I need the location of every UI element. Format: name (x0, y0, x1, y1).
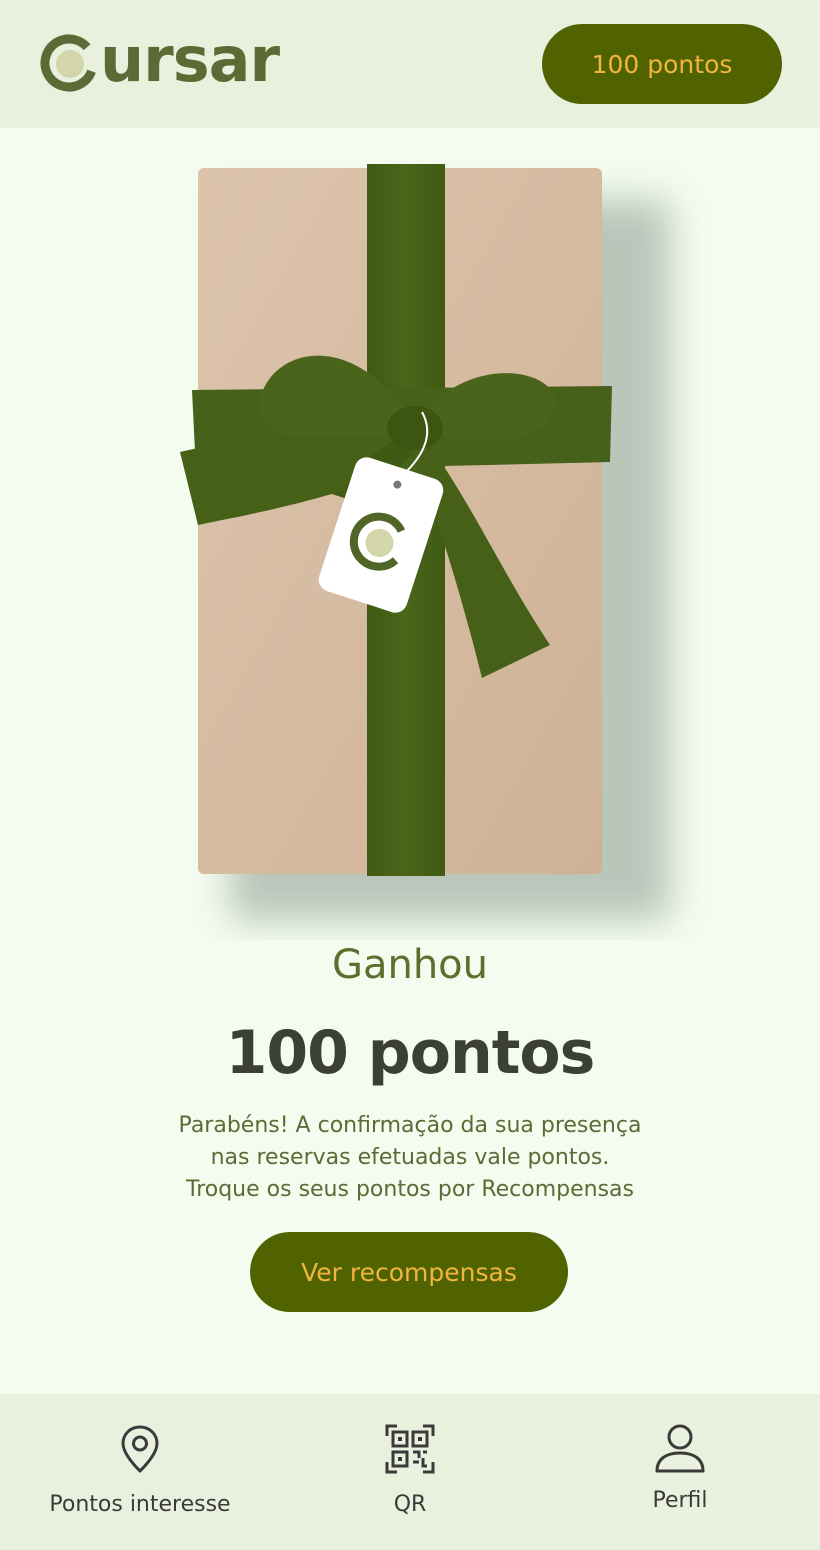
bottom-nav: Pontos interesse QR Perfil (0, 1394, 820, 1550)
user-icon (654, 1424, 706, 1474)
map-pin-icon (120, 1424, 160, 1474)
nav-label: Pontos interesse (49, 1492, 231, 1517)
view-rewards-button[interactable]: Ver recompensas (250, 1232, 568, 1312)
nav-label: Perfil (652, 1488, 708, 1513)
nav-label: QR (393, 1492, 427, 1517)
won-label: Ganhou (331, 942, 489, 988)
nav-item-profile[interactable]: Perfil (600, 1394, 760, 1550)
reward-message-line: nas reservas efetuadas vale pontos. (210, 1145, 610, 1170)
cursar-logo[interactable]: ursar (40, 23, 280, 98)
nav-item-points-of-interest[interactable]: Pontos interesse (20, 1394, 260, 1550)
qr-code-icon (385, 1424, 435, 1474)
reward-message-line: Parabéns! A confirmação da sua presença (178, 1113, 642, 1138)
gift-box-image (170, 150, 710, 940)
app-screen: ursar 100 pontos Ganhou 100 pontos Parab… (0, 0, 820, 1550)
nav-item-qr[interactable]: QR (350, 1394, 470, 1550)
reward-message-line: Troque os seus pontos por Recompensas (185, 1177, 634, 1202)
reward-message: Parabéns! A confirmação da sua presença … (110, 1110, 710, 1206)
logo-mark-icon (40, 34, 98, 92)
points-balance-button[interactable]: 100 pontos (542, 24, 782, 104)
header: ursar 100 pontos (0, 0, 820, 128)
won-points-amount: 100 pontos (225, 1018, 596, 1088)
logo-text: ursar (100, 23, 280, 96)
